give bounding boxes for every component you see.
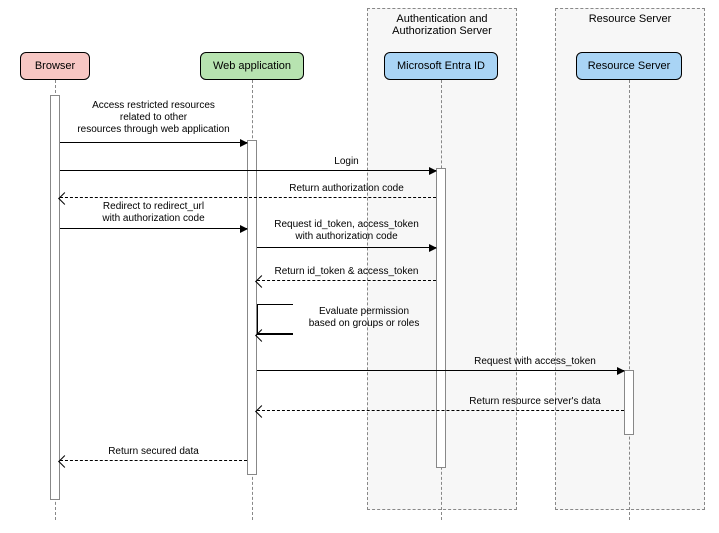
self-evaluate-return <box>257 334 293 335</box>
activation-resource <box>624 370 634 435</box>
arrow-return-token <box>257 280 436 281</box>
participant-webapp: Web application <box>200 52 304 80</box>
msg-return-token-label: Return id_token & access_token <box>257 266 436 278</box>
participant-resource: Resource Server <box>576 52 682 80</box>
arrow-access <box>60 142 247 143</box>
participant-webapp-label: Web application <box>213 60 291 72</box>
arrow-return-secured <box>60 460 247 461</box>
lifeline-resource <box>629 80 630 520</box>
container-resource-title: Resource Server <box>556 13 704 25</box>
arrow-login <box>60 170 436 171</box>
msg-authcode-label: Return authorization code <box>257 183 436 195</box>
participant-resource-label: Resource Server <box>588 60 671 72</box>
participant-browser: Browser <box>20 52 90 80</box>
msg-return-resource-label: Return resource server's data <box>446 396 624 408</box>
self-evaluate-label: Evaluate permission based on groups or r… <box>294 306 434 330</box>
arrow-redirect <box>60 228 247 229</box>
msg-request-token-label: Request id_token, access_token with auth… <box>257 219 436 243</box>
participant-browser-label: Browser <box>35 60 75 72</box>
msg-return-secured-label: Return secured data <box>60 446 247 458</box>
activation-browser <box>50 95 60 500</box>
msg-access-label: Access restricted resources related to o… <box>60 100 247 136</box>
activation-entra <box>436 168 446 468</box>
participant-entra-label: Microsoft Entra ID <box>397 60 485 72</box>
arrow-authcode <box>60 197 436 198</box>
container-auth-title: Authentication and Authorization Server <box>368 13 516 37</box>
arrow-request-token <box>257 247 436 248</box>
msg-request-resource-label: Request with access_token <box>446 356 624 368</box>
activation-webapp <box>247 140 257 475</box>
participant-entra: Microsoft Entra ID <box>384 52 498 80</box>
msg-redirect-label: Redirect to redirect_url with authorizat… <box>60 201 247 225</box>
msg-login-label: Login <box>257 156 436 168</box>
arrow-request-resource <box>257 370 624 371</box>
sequence-diagram: Authentication and Authorization Server … <box>0 0 719 533</box>
arrow-return-resource <box>257 410 624 411</box>
